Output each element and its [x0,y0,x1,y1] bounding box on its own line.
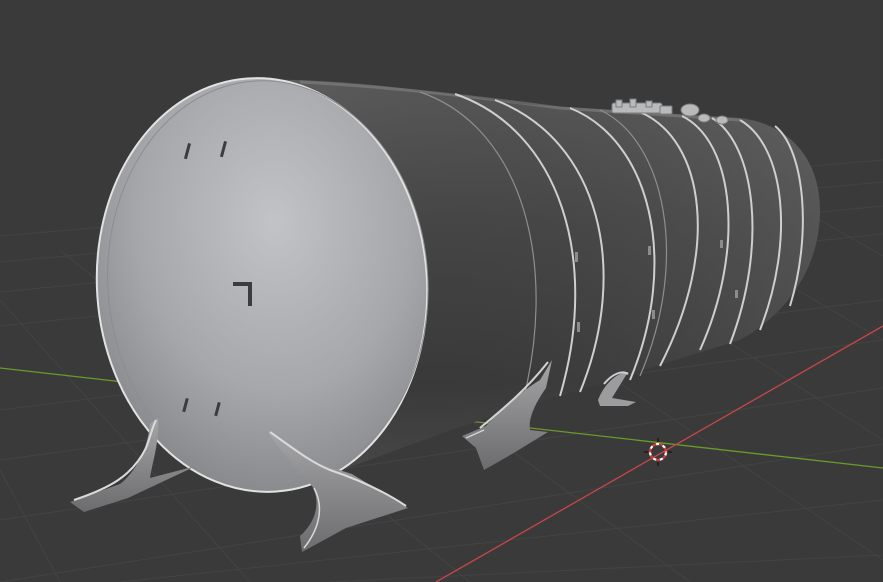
viewport-canvas[interactable] [0,0,883,582]
3d-viewport[interactable] [0,0,883,582]
